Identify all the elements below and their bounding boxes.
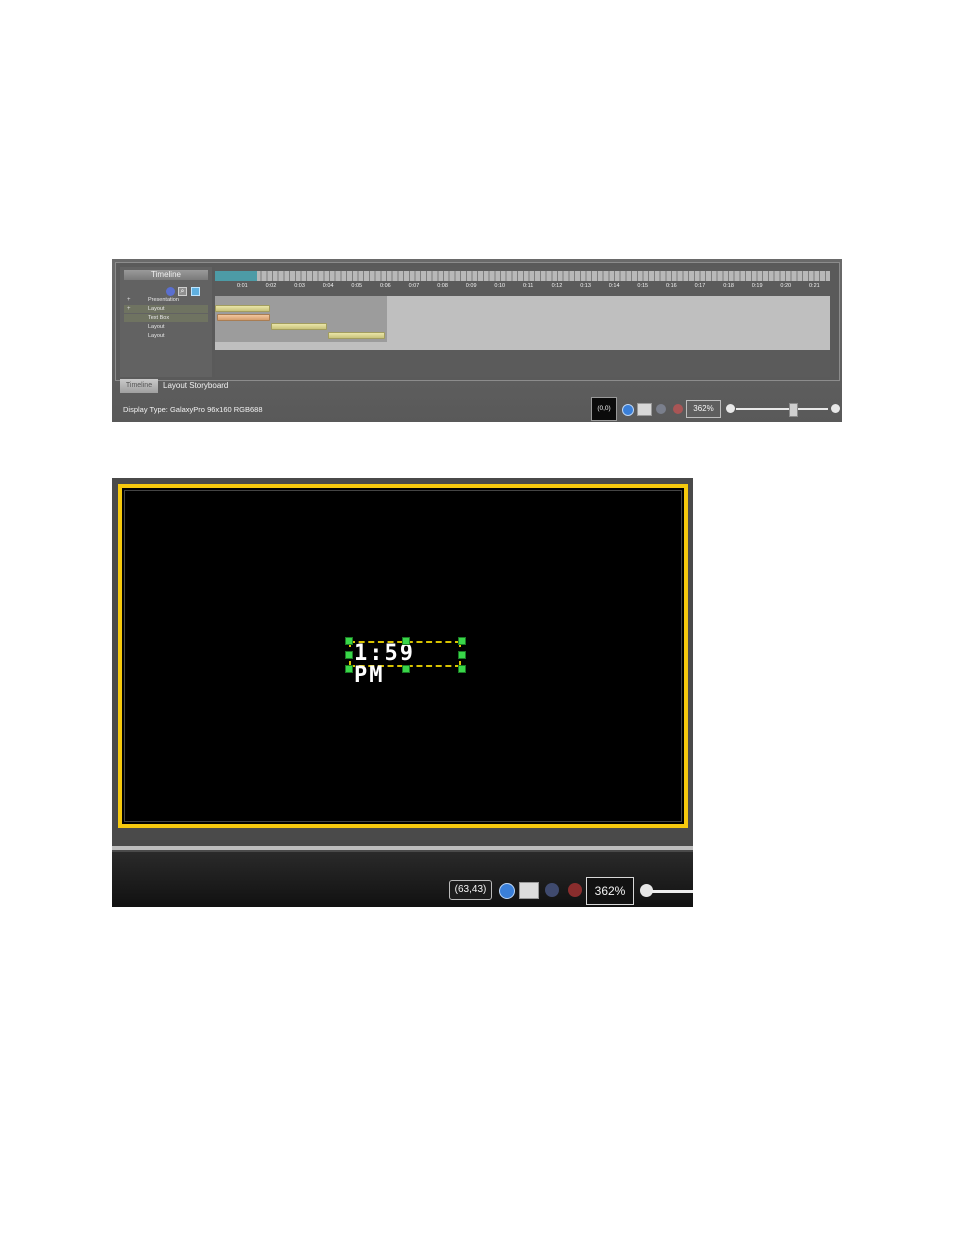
zoom-in-icon[interactable] xyxy=(831,404,840,413)
time-ruler[interactable] xyxy=(215,271,830,281)
layer-presentation[interactable]: + Presentation xyxy=(124,296,208,304)
play-icon[interactable] xyxy=(622,404,634,416)
playhead-range[interactable] xyxy=(215,271,257,281)
tick-label: 0:18 xyxy=(723,283,734,289)
display-type-label: Display Type: GalaxyPro 96x160 RGB688 xyxy=(123,405,263,414)
status-bar: (63,43) 362% xyxy=(112,852,693,907)
tab-layout-storyboard[interactable]: Layout Storyboard xyxy=(163,379,228,393)
tick-label: 0:09 xyxy=(465,283,477,289)
play-icon[interactable] xyxy=(499,883,515,899)
layer-text-box[interactable]: Text Box xyxy=(124,314,208,322)
canvas-screenshot: 1:59 PM (63,43) 362% xyxy=(112,478,693,907)
display-canvas[interactable]: 1:59 PM xyxy=(118,484,688,828)
zoom-slider[interactable] xyxy=(652,890,693,893)
resize-handle[interactable] xyxy=(345,651,353,659)
tick-label: 0:02 xyxy=(265,283,277,289)
layout-clip[interactable] xyxy=(271,323,327,330)
layer-label: Layout xyxy=(148,324,165,330)
tick-label: 0:07 xyxy=(408,283,420,289)
layer-layout[interactable]: Layout xyxy=(124,332,208,340)
tick-label: 0:05 xyxy=(351,283,363,289)
resize-handle[interactable] xyxy=(345,665,353,673)
coordinate-readout: (63,43) xyxy=(449,880,492,900)
pause-icon[interactable] xyxy=(656,404,666,414)
layer-panel: Timeline ⌕ + Presentation + Layout Text … xyxy=(120,267,212,377)
stop-icon[interactable] xyxy=(673,404,683,414)
view-icon[interactable] xyxy=(166,287,175,296)
expand-icon[interactable]: + xyxy=(127,296,133,304)
zoom-slider-thumb[interactable] xyxy=(789,403,798,417)
stop-icon[interactable] xyxy=(568,883,582,897)
layout-clip[interactable] xyxy=(215,305,270,312)
resize-handle[interactable] xyxy=(402,637,410,645)
tick-label: 0:11 xyxy=(523,283,534,289)
tab-timeline[interactable]: Timeline xyxy=(120,379,158,393)
zoom-level[interactable]: 362% xyxy=(686,400,721,418)
resize-handle[interactable] xyxy=(458,637,466,645)
grid-icon[interactable] xyxy=(191,287,200,296)
export-icon[interactable] xyxy=(519,882,539,899)
layer-label: Layout xyxy=(148,333,165,339)
tick-label: 0:20 xyxy=(780,283,792,289)
tick-label: 0:10 xyxy=(494,283,506,289)
layer-layout[interactable]: Layout xyxy=(124,323,208,331)
zoom-slider[interactable] xyxy=(736,408,828,410)
resize-handle[interactable] xyxy=(402,665,410,673)
zoom-out-icon[interactable] xyxy=(726,404,735,413)
tick-label: 0:21 xyxy=(809,283,820,289)
tick-label: 0:15 xyxy=(637,283,649,289)
timeline-tracks[interactable] xyxy=(215,296,830,350)
timeline-frame: Timeline ⌕ + Presentation + Layout Text … xyxy=(115,262,840,381)
tick-label: 0:17 xyxy=(694,283,706,289)
clock-text: 1:59 PM xyxy=(354,641,415,688)
timeline-title: Timeline xyxy=(124,270,208,280)
tick-label: 0:03 xyxy=(294,283,305,289)
tick-label: 0:12 xyxy=(551,283,563,289)
resize-handle[interactable] xyxy=(345,637,353,645)
expand-icon[interactable]: + xyxy=(127,305,133,313)
tick-label: 0:08 xyxy=(437,283,448,289)
tick-label: 0:13 xyxy=(580,283,591,289)
resize-handle[interactable] xyxy=(458,651,466,659)
tick-label: 0:19 xyxy=(751,283,763,289)
export-icon[interactable] xyxy=(637,403,652,416)
layer-layout[interactable]: + Layout xyxy=(124,305,208,313)
coordinate-readout: (0,0) xyxy=(591,397,617,421)
layer-label: Layout xyxy=(148,306,165,312)
resize-handle[interactable] xyxy=(458,665,466,673)
tick-label: 0:14 xyxy=(608,283,620,289)
pause-icon[interactable] xyxy=(545,883,559,897)
tick-label: 0:06 xyxy=(380,283,391,289)
tick-label: 0:01 xyxy=(237,283,248,289)
zoom-level[interactable]: 362% xyxy=(586,877,634,905)
text-box-clip[interactable] xyxy=(217,314,270,321)
layer-label: Presentation xyxy=(148,297,179,303)
divider xyxy=(112,846,693,850)
zoom-icon[interactable]: ⌕ xyxy=(178,287,187,296)
layout-clip[interactable] xyxy=(328,332,385,339)
timeline-screenshot: Timeline ⌕ + Presentation + Layout Text … xyxy=(112,259,842,422)
status-bar: Timeline Layout Storyboard Display Type:… xyxy=(112,379,842,422)
timeline-area: 0:01 0:02 0:03 0:04 0:05 0:06 0:07 0:08 0:09 0:10… xyxy=(215,267,830,377)
tick-label: 0:04 xyxy=(322,283,334,289)
tick-label: 0:16 xyxy=(666,283,677,289)
tick-labels: 0:01 0:02 0:03 0:04 0:05 0:06 0:07 0:08 0:09 0:10… xyxy=(215,282,830,290)
layer-label: Text Box xyxy=(148,315,170,321)
